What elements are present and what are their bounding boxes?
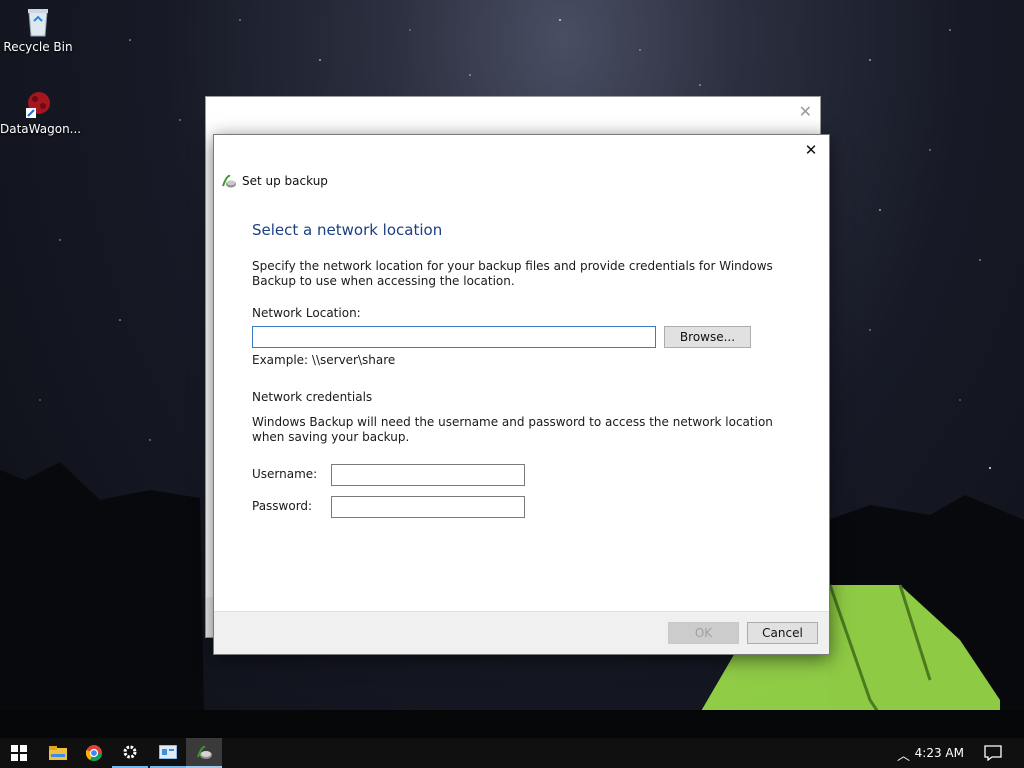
- close-icon: ✕: [804, 141, 818, 159]
- datawagon-shortcut-icon: [26, 92, 50, 118]
- start-icon: [11, 745, 27, 761]
- close-icon[interactable]: ✕: [799, 102, 812, 121]
- notification-icon: [984, 745, 1002, 762]
- backup-icon: [197, 745, 212, 759]
- chrome-icon: [86, 745, 102, 761]
- taskbar-file-explorer[interactable]: [40, 738, 76, 768]
- browse-button[interactable]: Browse...: [664, 326, 751, 348]
- chevron-up-icon: ︿: [896, 749, 910, 764]
- show-hidden-icons-button[interactable]: ︿: [897, 745, 910, 764]
- start-button[interactable]: [0, 738, 38, 768]
- password-label: Password:: [252, 499, 313, 513]
- close-button[interactable]: ✕: [799, 139, 823, 161]
- taskbar-settings[interactable]: [112, 738, 148, 768]
- taskbar-control-panel[interactable]: [150, 738, 186, 768]
- taskbar: ︿ 4:23 AM: [0, 738, 1024, 768]
- cancel-button[interactable]: Cancel: [747, 622, 818, 644]
- dialog-title: Set up backup: [242, 174, 328, 188]
- taskbar-chrome[interactable]: [76, 738, 112, 768]
- dialog-title-bar: Set up backup: [221, 173, 328, 189]
- ok-button[interactable]: OK: [668, 622, 739, 644]
- password-input[interactable]: [331, 496, 525, 518]
- desktop-icon-label: Recycle Bin: [3, 40, 73, 54]
- backup-icon: [222, 174, 236, 188]
- dialog-footer: OK Cancel: [214, 611, 829, 654]
- action-center-button[interactable]: [984, 745, 1002, 764]
- settings-icon: [123, 745, 137, 759]
- username-label: Username:: [252, 467, 318, 481]
- credentials-heading: Network credentials: [252, 390, 373, 404]
- setup-backup-dialog: ✕ Set up backup Select a network locatio…: [213, 134, 830, 655]
- recycle-bin-icon: [28, 9, 48, 37]
- taskbar-clock[interactable]: 4:23 AM: [915, 746, 964, 760]
- desktop-icon-recycle-bin[interactable]: Recycle Bin: [0, 6, 76, 54]
- page-title: Select a network location: [252, 221, 443, 239]
- file-explorer-icon: [49, 746, 67, 760]
- control-panel-icon: [159, 745, 177, 759]
- credentials-description: Windows Backup will need the username an…: [252, 415, 773, 444]
- username-input[interactable]: [331, 464, 525, 486]
- description-text: Specify the network location for your ba…: [252, 259, 773, 288]
- desktop-icon-datawagon[interactable]: DataWagon...: [0, 90, 81, 136]
- desktop-icon-label: DataWagon...: [0, 122, 82, 136]
- example-text: Example: \\server\share: [252, 353, 396, 367]
- network-location-label: Network Location:: [252, 306, 361, 320]
- network-location-input[interactable]: [252, 326, 656, 348]
- taskbar-backup[interactable]: [186, 738, 222, 768]
